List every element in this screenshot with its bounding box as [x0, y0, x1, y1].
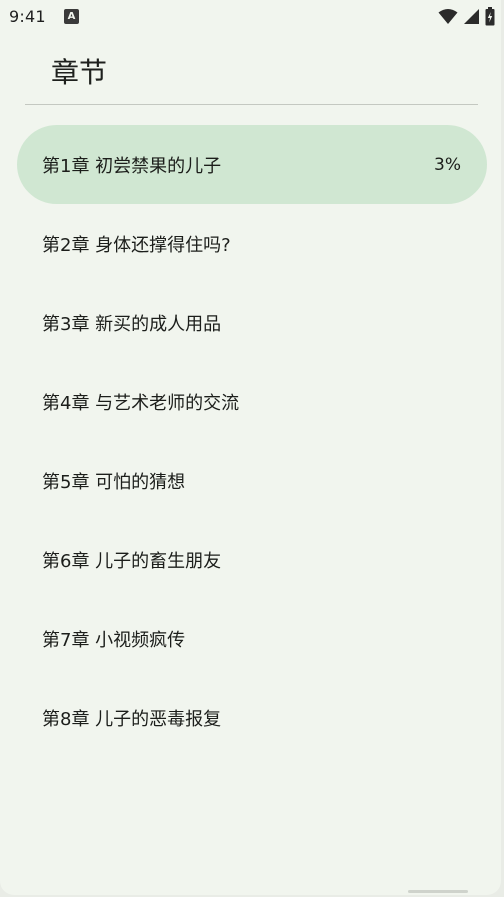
chapter-item-2[interactable]: 第2章 身体还撑得住吗? — [17, 204, 487, 283]
chapter-title: 第6章 儿子的畜生朋友 — [42, 550, 222, 572]
chapter-title: 第4章 与艺术老师的交流 — [42, 392, 240, 414]
chapter-item-5[interactable]: 第5章 可怕的猜想 — [17, 441, 487, 520]
chapter-title: 第3章 新买的成人用品 — [42, 313, 222, 335]
signal-icon — [464, 9, 479, 24]
battery-icon — [485, 7, 495, 26]
chapter-item-7[interactable]: 第7章 小视频疯传 — [17, 599, 487, 678]
chapter-item-8[interactable]: 第8章 儿子的恶毒报复 — [17, 678, 487, 757]
chapter-item-1[interactable]: 第1章 初尝禁果的儿子 3% — [17, 125, 487, 204]
chapter-item-4[interactable]: 第4章 与艺术老师的交流 — [17, 362, 487, 441]
chapter-title: 第2章 身体还撑得住吗? — [42, 234, 231, 256]
status-icons — [438, 7, 495, 26]
chapter-title: 第1章 初尝禁果的儿子 — [42, 155, 222, 177]
app-screen: 9:41 A 章节 第1章 初尝禁果的儿子 3% 第2章 身体还撑得住吗? 第3… — [0, 0, 501, 895]
header-divider — [25, 104, 478, 105]
home-indicator — [408, 890, 468, 893]
notification-icon: A — [64, 9, 79, 24]
page-title: 章节 — [51, 56, 108, 89]
status-bar: 9:41 A — [0, 0, 501, 34]
chapter-title: 第8章 儿子的恶毒报复 — [42, 708, 222, 730]
chapter-item-6[interactable]: 第6章 儿子的畜生朋友 — [17, 520, 487, 599]
status-time: 9:41 — [9, 7, 46, 26]
wifi-icon — [438, 9, 458, 24]
chapter-list: 第1章 初尝禁果的儿子 3% 第2章 身体还撑得住吗? 第3章 新买的成人用品 … — [17, 125, 487, 757]
chapter-title: 第7章 小视频疯传 — [42, 629, 186, 651]
chapter-title: 第5章 可怕的猜想 — [42, 471, 186, 493]
chapter-item-3[interactable]: 第3章 新买的成人用品 — [17, 283, 487, 362]
chapter-progress: 3% — [434, 154, 461, 175]
